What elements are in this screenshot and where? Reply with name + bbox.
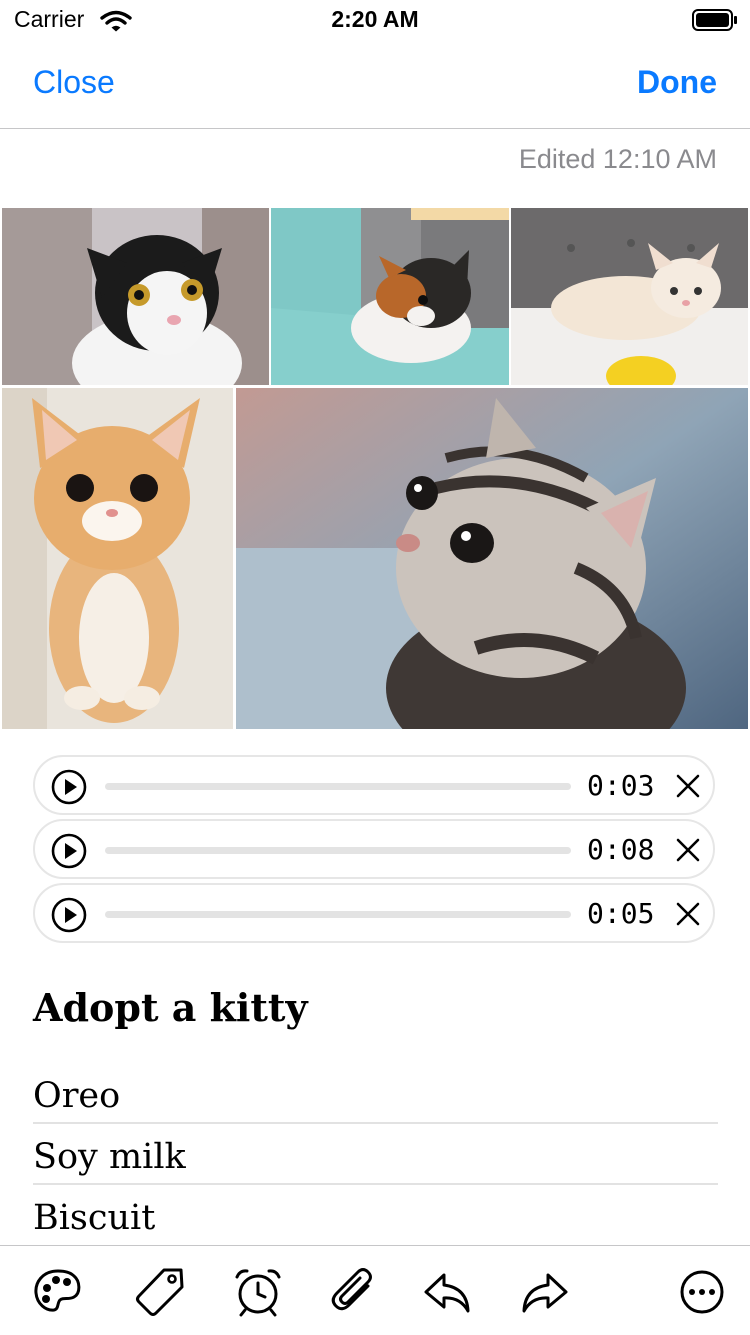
- battery-icon: [692, 8, 738, 37]
- close-icon[interactable]: [675, 773, 701, 804]
- audio-progress-track[interactable]: [105, 911, 571, 918]
- audio-duration: 0:05: [587, 897, 655, 930]
- play-icon[interactable]: [51, 897, 87, 938]
- audio-progress-track[interactable]: [105, 847, 571, 854]
- play-icon[interactable]: [51, 833, 87, 874]
- paperclip-icon[interactable]: [328, 1266, 380, 1318]
- note-title[interactable]: Adopt a kitty: [33, 985, 308, 1030]
- status-bar: Carrier 2:20 AM: [0, 0, 750, 40]
- status-time: 2:20 AM: [331, 6, 419, 32]
- bottom-toolbar: [0, 1245, 750, 1335]
- photo-cream-kitten-on-bed[interactable]: [511, 208, 748, 385]
- audio-recording: 0:05: [33, 883, 715, 943]
- audio-duration: 0:03: [587, 769, 655, 802]
- audio-recording: 0:03: [33, 755, 715, 815]
- list-item[interactable]: Biscuit: [33, 1186, 718, 1246]
- reply-icon[interactable]: [422, 1266, 474, 1318]
- tag-icon[interactable]: [134, 1266, 186, 1318]
- play-icon[interactable]: [51, 769, 87, 810]
- close-button[interactable]: Close: [33, 64, 115, 101]
- audio-recording: 0:08: [33, 819, 715, 879]
- photo-black-white-kitten[interactable]: [2, 208, 269, 385]
- photo-tabby-kitten-closeup[interactable]: [236, 388, 748, 729]
- audio-duration: 0:08: [587, 833, 655, 866]
- list-item[interactable]: Oreo: [33, 1064, 718, 1124]
- edited-timestamp: Edited 12:10 AM: [518, 144, 717, 174]
- palette-icon[interactable]: [32, 1266, 84, 1318]
- photo-calico-kitten-on-blanket[interactable]: [271, 208, 509, 385]
- close-icon[interactable]: [675, 837, 701, 868]
- done-button[interactable]: Done: [637, 64, 717, 101]
- audio-progress-track[interactable]: [105, 783, 571, 790]
- photo-orange-kitten-standing[interactable]: [2, 388, 233, 729]
- navigation-bar: Close Done: [0, 40, 750, 129]
- close-icon[interactable]: [675, 901, 701, 932]
- more-icon[interactable]: [676, 1266, 728, 1318]
- alarm-clock-icon[interactable]: [232, 1266, 284, 1318]
- list-item[interactable]: Soy milk: [33, 1125, 718, 1185]
- forward-icon[interactable]: [518, 1266, 570, 1318]
